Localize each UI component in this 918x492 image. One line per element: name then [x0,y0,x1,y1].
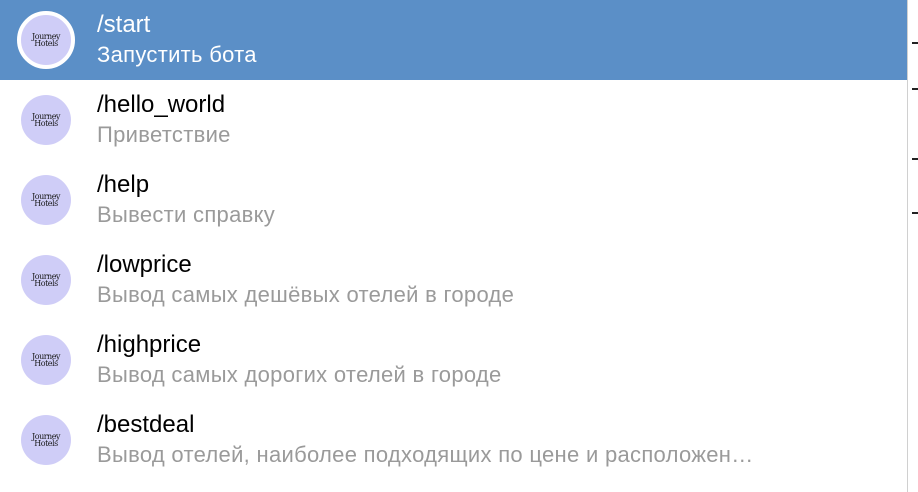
bot-avatar: Journey Hotels [21,335,71,385]
command-text-group: /lowprice Вывод самых дешёвых отелей в г… [97,250,887,310]
bot-avatar: Journey Hotels [21,95,71,145]
bot-avatar: Journey Hotels [17,11,75,69]
command-text-group: /highprice Вывод самых дорогих отелей в … [97,330,887,390]
command-name: /help [97,171,150,198]
bot-command-menu: Journey Hotels /start Запустить бота Jou… [0,0,908,492]
command-item-highprice[interactable]: Journey Hotels /highprice Вывод самых до… [0,320,907,400]
command-description: Запустить бота [97,42,257,67]
bot-avatar-logo-text: Journey Hotels [32,192,60,208]
command-item-bestdeal[interactable]: Journey Hotels /bestdeal Вывод отелей, н… [0,400,907,480]
edge-divider-mark [912,212,918,214]
command-name: /start [97,11,151,38]
background-window-edge [908,0,918,492]
edge-divider-mark [912,158,918,160]
bot-avatar-logo-text: Journey Hotels [32,432,60,448]
bot-avatar-logo-text: Journey Hotels [32,32,60,48]
command-name: /hello_world [97,91,226,118]
bot-avatar: Journey Hotels [21,415,71,465]
bot-avatar: Journey Hotels [21,175,71,225]
command-name: /lowprice [97,251,192,278]
bot-avatar-logo-text: Journey Hotels [32,112,60,128]
command-name: /bestdeal [97,411,195,438]
command-description: Вывод отелей, наиболее подходящих по цен… [97,442,754,467]
bot-avatar: Journey Hotels [21,255,71,305]
command-text-group: /start Запустить бота [97,10,887,70]
command-item-lowprice[interactable]: Journey Hotels /lowprice Вывод самых деш… [0,240,907,320]
command-description: Приветствие [97,122,231,147]
bot-avatar-logo-text: Journey Hotels [32,352,60,368]
command-description: Вывод самых дорогих отелей в городе [97,362,502,387]
command-text-group: /help Вывести справку [97,170,887,230]
command-item-hello-world[interactable]: Journey Hotels /hello_world Приветствие [0,80,907,160]
command-item-start[interactable]: Journey Hotels /start Запустить бота [0,0,907,80]
command-description: Вывести справку [97,202,276,227]
edge-divider-mark [912,42,918,44]
command-text-group: /hello_world Приветствие [97,90,887,150]
edge-divider-mark [912,88,918,90]
command-suggestion-window: Journey Hotels /start Запустить бота Jou… [0,0,918,492]
command-item-help[interactable]: Journey Hotels /help Вывести справку [0,160,907,240]
command-text-group: /bestdeal Вывод отелей, наиболее подходя… [97,410,887,470]
command-name: /highprice [97,331,202,358]
bot-avatar-logo-text: Journey Hotels [32,272,60,288]
command-description: Вывод самых дешёвых отелей в городе [97,282,515,307]
